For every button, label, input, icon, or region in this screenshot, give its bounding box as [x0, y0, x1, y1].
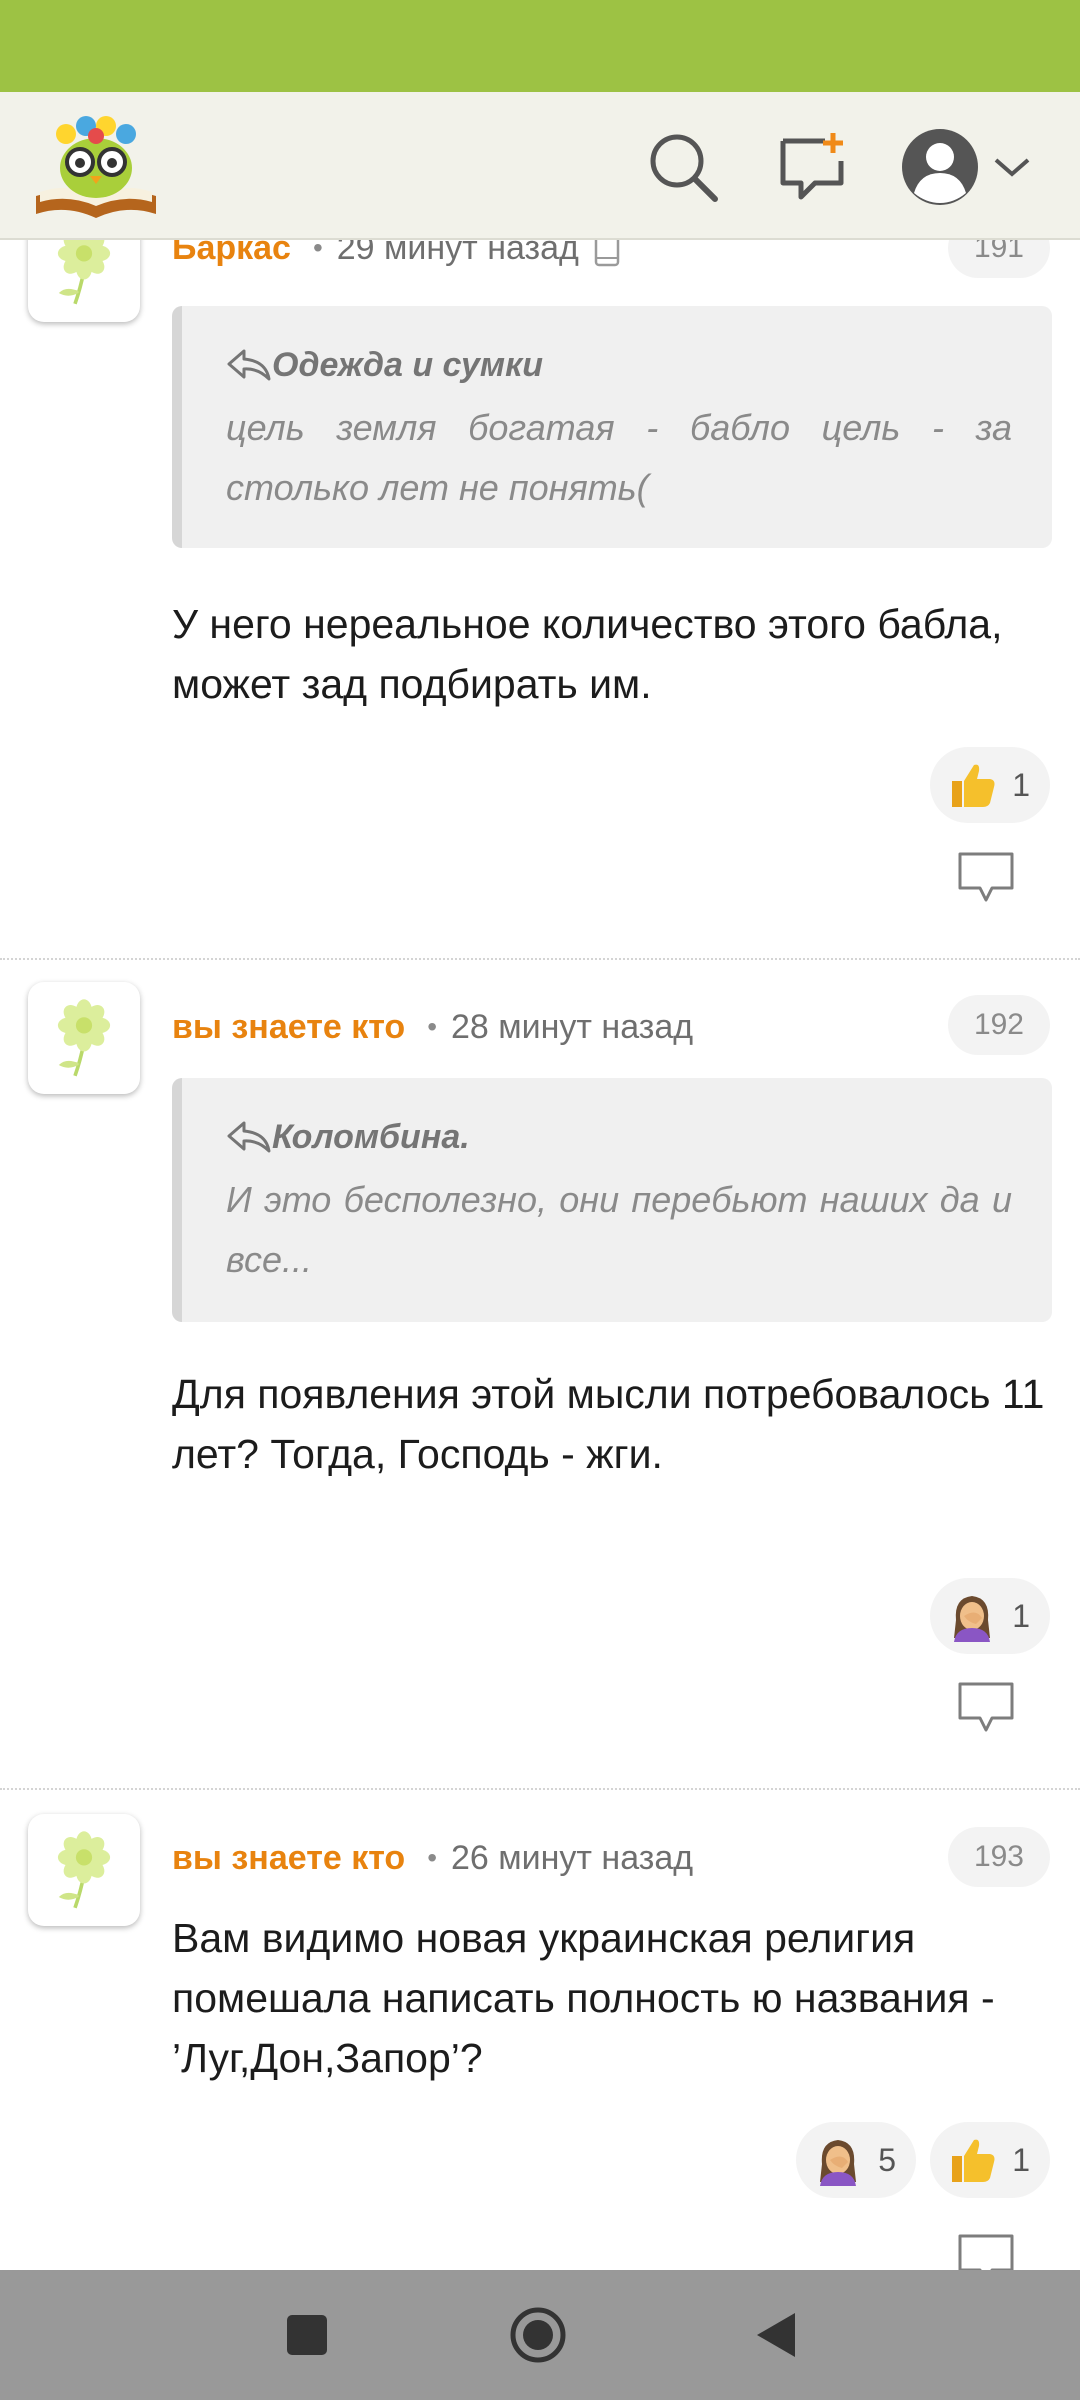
comment-bubble-icon: [956, 2232, 1016, 2270]
comment-meta: вы знаете кто • 26 минут назад: [172, 1830, 693, 1886]
avatar[interactable]: [28, 982, 140, 1094]
new-message-icon[interactable]: [770, 122, 860, 212]
separator-dot: •: [312, 240, 323, 263]
comment-bubble-icon: [956, 850, 1016, 906]
comment-text: У него нереальное количество этого бабла…: [172, 601, 1003, 707]
comment-text: Для появления этой мысли потребовалось 1…: [172, 1371, 1045, 1477]
comments-feed: Баркас • 29 минут назад 191 Одежда и сум…: [0, 240, 1080, 2270]
facepalm-icon: [812, 2134, 864, 2186]
separator-dot: •: [427, 1842, 437, 1873]
author-name[interactable]: вы знаете кто: [172, 1839, 405, 1878]
quoted-comment[interactable]: Коломбина. И это бесполезно, они перебью…: [172, 1078, 1052, 1322]
phone-icon: [593, 240, 621, 268]
author-name[interactable]: вы знаете кто: [172, 1008, 405, 1047]
circle-icon[interactable]: [503, 2300, 573, 2370]
chevron-down-icon[interactable]: [990, 122, 1034, 212]
owl-book-logo[interactable]: [32, 110, 160, 222]
reaction-count: 5: [878, 2141, 896, 2178]
comment-text: Вам видимо новая украинская религия поме…: [172, 1915, 995, 2081]
comment: Баркас • 29 минут назад 191 Одежда и сум…: [0, 240, 1080, 958]
comment-time: 29 минут назад: [336, 240, 579, 267]
comment-meta: вы знаете кто • 28 минут назад: [172, 999, 693, 1055]
avatar[interactable]: [28, 1814, 140, 1926]
comment: вы знаете кто • 26 минут назад 193 Вам в…: [0, 1790, 1080, 2270]
quote-author: Одежда и сумки: [272, 345, 544, 384]
comment-meta: Баркас • 29 минут назад: [172, 240, 621, 276]
comment-number[interactable]: 193: [947, 1827, 1050, 1887]
comment-time: 26 минут назад: [451, 1838, 694, 1877]
status-bar: [0, 0, 1080, 92]
comment-time: 28 минут назад: [451, 1007, 694, 1046]
reply-button[interactable]: [956, 850, 1016, 906]
comment-number[interactable]: 192: [947, 995, 1050, 1055]
author-name[interactable]: Баркас: [172, 240, 291, 268]
reaction-count: 1: [1012, 1597, 1030, 1634]
comment-number[interactable]: 191: [947, 240, 1050, 278]
search-icon[interactable]: [638, 122, 728, 212]
quote-text: И это бесполезно, они перебьют наших да …: [226, 1179, 1012, 1280]
reply-arrow-icon: [226, 347, 272, 383]
avatar[interactable]: [28, 240, 140, 322]
thumbs-up-icon: [946, 2134, 998, 2186]
facepalm-icon: [946, 1590, 998, 1642]
reaction-count: 1: [1012, 2141, 1030, 2178]
quoted-comment[interactable]: Одежда и сумки цель земля богатая - бабл…: [172, 306, 1052, 548]
reply-button[interactable]: [956, 1680, 1016, 1736]
separator-dot: •: [427, 1011, 437, 1042]
square-icon[interactable]: [272, 2300, 342, 2370]
reaction-count: 1: [1012, 766, 1030, 803]
app-bar: [0, 92, 1080, 240]
reaction-thumbs-up[interactable]: 1: [930, 747, 1050, 823]
reply-button[interactable]: [956, 2232, 1016, 2270]
profile-avatar-icon[interactable]: [898, 122, 982, 212]
reaction-thumbs-up[interactable]: 1: [930, 2122, 1050, 2198]
reaction-facepalm[interactable]: 1: [930, 1578, 1050, 1654]
quote-text: цель земля богатая - бабло цель - за сто…: [226, 407, 1012, 508]
comment-bubble-icon: [956, 1680, 1016, 1736]
comment: вы знаете кто • 28 минут назад 192 Колом…: [0, 960, 1080, 1790]
quote-author: Коломбина.: [272, 1117, 470, 1156]
back-triangle-icon[interactable]: [740, 2300, 810, 2370]
reaction-facepalm[interactable]: 5: [796, 2122, 916, 2198]
thumbs-up-icon: [946, 759, 998, 811]
reply-arrow-icon: [226, 1119, 272, 1155]
system-nav-bar: [0, 2270, 1080, 2400]
